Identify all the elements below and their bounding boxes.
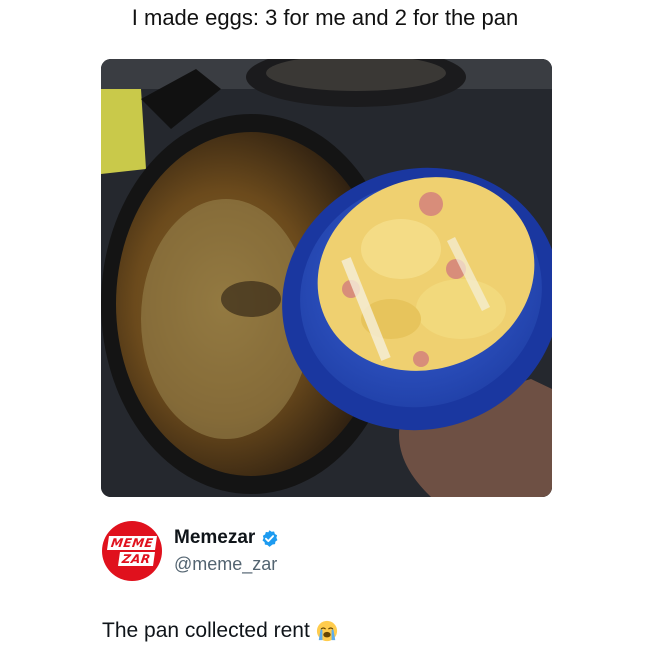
- verified-badge-icon: [262, 529, 278, 547]
- pan-and-bowl-illustration: [101, 59, 552, 497]
- tweet-text-body: The pan collected rent: [102, 619, 310, 642]
- meme-headline: I made eggs: 3 for me and 2 for the pan: [131, 5, 519, 30]
- avatar-text-meme: MEME: [106, 536, 158, 550]
- display-name-text: Memezar: [174, 527, 256, 548]
- loudly-crying-face-icon: [316, 620, 337, 642]
- attached-photo[interactable]: [101, 59, 552, 497]
- tweet-text: The pan collected rent: [102, 617, 338, 645]
- tweet-author[interactable]: MEME ZAR Memezar @meme_zar: [102, 521, 522, 581]
- user-handle[interactable]: @meme_zar: [174, 554, 277, 575]
- avatar[interactable]: MEME ZAR: [102, 521, 162, 581]
- display-name[interactable]: Memezar: [174, 527, 279, 549]
- avatar-text-zar: ZAR: [117, 552, 155, 566]
